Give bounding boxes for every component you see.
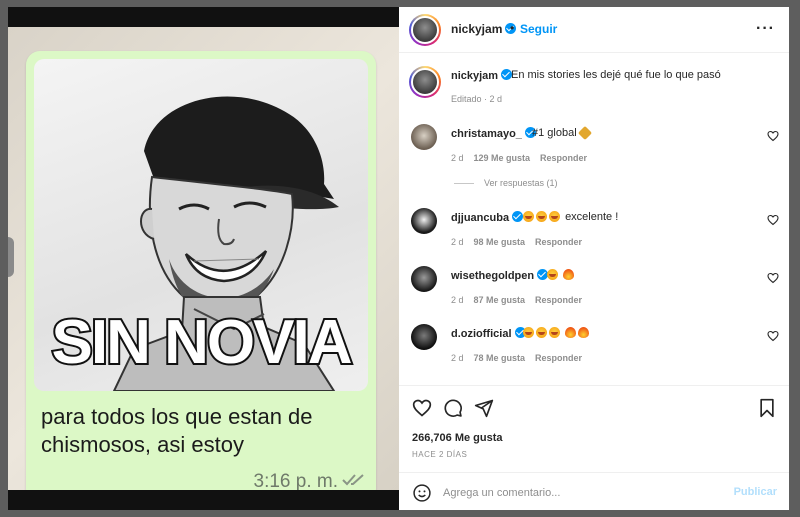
follow-button[interactable]: Seguir (520, 22, 557, 36)
commenter-username[interactable]: djjuancuba (451, 211, 524, 224)
commenter-username-text[interactable]: wisethegoldpen (451, 270, 534, 282)
post-modal: SIN NOVIA SIN NOVIA para todos los que e… (0, 0, 800, 517)
like-comment-heart-icon[interactable] (767, 214, 779, 226)
publish-button[interactable]: Publicar (734, 486, 777, 498)
comment-text (547, 269, 576, 281)
save-bookmark-icon[interactable] (757, 398, 777, 418)
comment-likes[interactable]: 129 Me gusta (474, 153, 531, 163)
media-letterbox-top (8, 7, 399, 27)
more-options-icon[interactable]: ··· (756, 20, 775, 38)
comment-meta: 2 d 87 Me gusta Responder (451, 295, 592, 305)
previous-post-handle[interactable] (8, 237, 14, 277)
comment-text-value: #1 global (532, 127, 577, 139)
verified-icon (512, 211, 524, 222)
view-replies-text[interactable]: Ver respuestas (1) (484, 178, 558, 188)
post-header: nickyjam • Seguir ··· (399, 7, 789, 53)
message-text: para todos los que estan de chismosos, a… (41, 404, 313, 457)
chat-message-bubble: SIN NOVIA SIN NOVIA para todos los que e… (26, 51, 376, 503)
like-comment-heart-icon[interactable] (767, 130, 779, 142)
view-replies-button[interactable]: Ver respuestas (1) (454, 178, 558, 188)
add-comment-bar: Publicar (399, 472, 789, 511)
comment-input[interactable] (443, 484, 713, 502)
comment-text (523, 327, 591, 339)
caption-username-text[interactable]: nickyjam (451, 70, 498, 82)
reply-button[interactable]: Responder (535, 237, 582, 247)
comment-time: 2 d (451, 153, 464, 163)
emoji-picker-icon[interactable] (412, 483, 432, 503)
commenter-username-text[interactable]: d.oziofficial (451, 328, 512, 340)
comment-time: 2 d (451, 295, 464, 305)
caption-avatar[interactable] (411, 68, 439, 96)
comment-bubble-icon[interactable] (443, 398, 463, 418)
post-date[interactable]: HACE 2 DÍAS (412, 450, 467, 459)
like-comment-heart-icon[interactable] (767, 272, 779, 284)
post-media: SIN NOVIA SIN NOVIA para todos los que e… (8, 7, 399, 510)
media-letterbox-bottom (8, 490, 399, 510)
comment-time: 2 d (451, 353, 464, 363)
commenter-username[interactable]: wisethegoldpen (451, 269, 549, 282)
laughing-emoji-icon (547, 269, 558, 280)
reply-button[interactable]: Responder (535, 295, 582, 305)
comment-item: d.oziofficial 2 d 78 Me gusta Responder (399, 324, 789, 374)
laughing-emoji-icon (523, 211, 534, 222)
comment-meta: 2 d 98 Me gusta Responder (451, 237, 592, 247)
likes-count[interactable]: 266,706 Me gusta (412, 432, 503, 444)
reply-button[interactable]: Responder (540, 153, 587, 163)
comment-text: excelente ! (523, 211, 618, 223)
post-caption: nickyjam En mis stories les dejé qué fue… (399, 63, 789, 113)
post-actions: 266,706 Me gusta HACE 2 DÍAS Publicar (399, 385, 789, 510)
laughing-emoji-icon (536, 327, 547, 338)
commenter-username-text[interactable]: djjuancuba (451, 212, 509, 224)
comment-likes[interactable]: 78 Me gusta (474, 353, 526, 363)
comment-time: 2 d (451, 237, 464, 247)
commenter-username-text[interactable]: christamayo_ (451, 128, 522, 140)
chat-screenshot: SIN NOVIA SIN NOVIA para todos los que e… (8, 27, 399, 503)
comments-panel: nickyjam • Seguir ··· nickyjam En mis st… (399, 7, 789, 510)
meme-caption: SIN NOVIA (51, 308, 353, 377)
laughing-emoji-icon (549, 211, 560, 222)
comment-text-value: excelente ! (565, 211, 619, 223)
comment-item: djjuancuba excelente ! 2 d 98 Me gusta Res… (399, 208, 789, 258)
comment-item: christamayo_ #1 global 2 d 129 Me gusta Re… (399, 124, 789, 174)
commenter-avatar[interactable] (411, 324, 437, 350)
like-heart-icon[interactable] (412, 398, 432, 418)
caption-username[interactable]: nickyjam (451, 69, 513, 82)
caption-text: En mis stories les dejé qué fue lo que p… (511, 69, 721, 81)
author-avatar[interactable] (411, 16, 439, 44)
separator-dot: • (510, 21, 515, 35)
comment-likes[interactable]: 87 Me gusta (474, 295, 526, 305)
caption-meta: Editado · 2 d (451, 94, 503, 104)
author-username-text[interactable]: nickyjam (451, 22, 502, 36)
comment-text: #1 global (532, 125, 592, 141)
reply-button[interactable]: Responder (535, 353, 582, 363)
double-check-icon (342, 474, 364, 486)
replies-line (454, 183, 474, 185)
like-comment-heart-icon[interactable] (767, 330, 779, 342)
meme-image: SIN NOVIA SIN NOVIA (34, 59, 368, 391)
comment-likes[interactable]: 98 Me gusta (474, 237, 526, 247)
commenter-username[interactable]: d.oziofficial (451, 327, 526, 340)
commenter-avatar[interactable] (411, 124, 437, 150)
commenter-avatar[interactable] (411, 266, 437, 292)
comment-item: wisethegoldpen 2 d 87 Me gusta Responder (399, 266, 789, 316)
laughing-emoji-icon (536, 211, 547, 222)
key-emoji-icon (577, 125, 592, 141)
laughing-emoji-icon (549, 327, 560, 338)
commenter-username[interactable]: christamayo_ (451, 127, 536, 140)
fire-emoji-icon (565, 327, 577, 338)
fire-emoji-icon (578, 327, 590, 338)
share-send-icon[interactable] (474, 398, 494, 418)
author-username[interactable]: nickyjam (451, 22, 517, 36)
comment-meta: 2 d 78 Me gusta Responder (451, 353, 592, 363)
comment-meta: 2 d 129 Me gusta Responder (451, 153, 597, 163)
fire-emoji-icon (563, 269, 575, 280)
commenter-avatar[interactable] (411, 208, 437, 234)
laughing-emoji-icon (523, 327, 534, 338)
